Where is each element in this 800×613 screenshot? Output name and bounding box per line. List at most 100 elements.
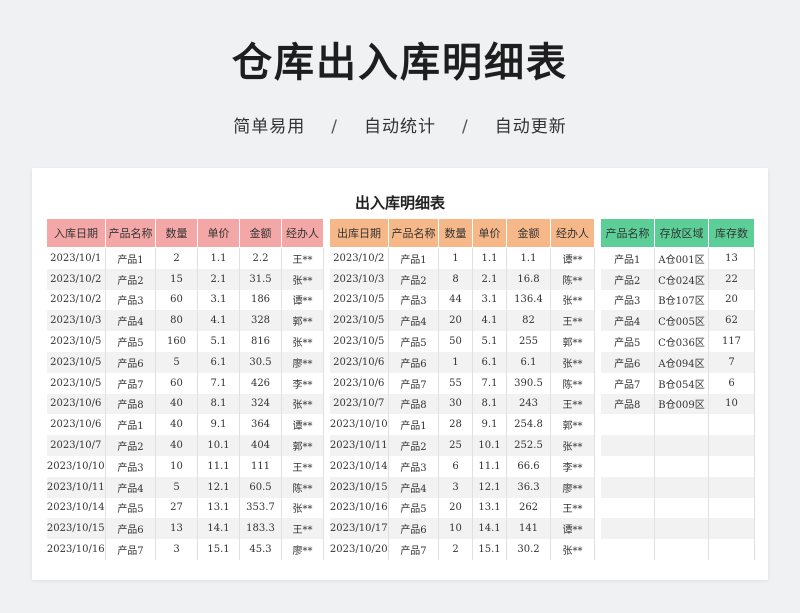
inbound-table-cell[interactable]: 产品4 bbox=[105, 310, 156, 332]
outbound-table-cell[interactable]: 1 bbox=[438, 351, 473, 373]
inbound-table-cell[interactable]: 产品2 bbox=[105, 268, 156, 290]
stock-table-cell[interactable]: 7 bbox=[708, 351, 755, 373]
outbound-table-cell[interactable]: 2023/10/17 bbox=[329, 518, 389, 540]
inbound-table-cell[interactable]: 6.1 bbox=[197, 351, 240, 373]
inbound-table-cell[interactable]: 80 bbox=[155, 310, 198, 332]
inbound-table-cell[interactable]: 353.7 bbox=[239, 497, 282, 519]
outbound-table-cell[interactable]: 张** bbox=[550, 435, 595, 456]
stock-table-cell[interactable]: 62 bbox=[708, 310, 755, 332]
stock-table-cell[interactable] bbox=[654, 435, 709, 456]
inbound-table-cell[interactable]: 328 bbox=[239, 310, 282, 332]
stock-table-cell[interactable] bbox=[708, 497, 755, 519]
inbound-table-cell[interactable]: 3.1 bbox=[197, 289, 240, 311]
outbound-table-cell[interactable]: 产品2 bbox=[388, 435, 439, 456]
outbound-table-cell[interactable]: 8.1 bbox=[472, 393, 507, 415]
outbound-table-cell[interactable]: 1.1 bbox=[472, 247, 507, 269]
inbound-table-cell[interactable]: 14.1 bbox=[197, 518, 240, 540]
outbound-table-cell[interactable]: 390.5 bbox=[506, 372, 551, 394]
outbound-table-cell[interactable]: 产品6 bbox=[388, 518, 439, 540]
stock-table-cell[interactable] bbox=[654, 455, 709, 477]
stock-table-cell[interactable]: B仓054区 bbox=[654, 372, 709, 394]
outbound-table-cell[interactable]: 产品5 bbox=[388, 497, 439, 519]
inbound-table-cell[interactable]: 廖** bbox=[281, 351, 324, 373]
outbound-table-cell[interactable]: 2023/10/5 bbox=[329, 310, 389, 332]
outbound-table-cell[interactable]: 产品7 bbox=[388, 539, 439, 560]
outbound-table-cell[interactable]: 廖** bbox=[550, 476, 595, 498]
stock-table-cell[interactable]: 20 bbox=[708, 289, 755, 311]
stock-table-cell[interactable]: 产品2 bbox=[600, 268, 655, 290]
outbound-table-cell[interactable]: 2023/10/14 bbox=[329, 455, 389, 477]
outbound-table-cell[interactable]: 55 bbox=[438, 372, 473, 394]
outbound-table-cell[interactable]: 14.1 bbox=[472, 518, 507, 540]
inbound-table-cell[interactable]: 产品1 bbox=[105, 247, 156, 269]
inbound-table-cell[interactable]: 2.2 bbox=[239, 247, 282, 269]
outbound-table-cell[interactable]: 3 bbox=[438, 476, 473, 498]
outbound-table-cell[interactable]: 产品5 bbox=[388, 331, 439, 352]
inbound-table-cell[interactable]: 李** bbox=[281, 372, 324, 394]
outbound-table-cell[interactable]: 66.6 bbox=[506, 455, 551, 477]
stock-table-cell[interactable]: 产品3 bbox=[600, 289, 655, 311]
stock-table-cell[interactable] bbox=[654, 539, 709, 560]
outbound-table-cell[interactable]: 1 bbox=[438, 247, 473, 269]
inbound-table-cell[interactable]: 产品5 bbox=[105, 331, 156, 352]
inbound-table-cell[interactable]: 2023/10/11 bbox=[46, 476, 106, 498]
inbound-table-cell[interactable]: 2023/10/1 bbox=[46, 247, 106, 269]
inbound-table-cell[interactable]: 8.1 bbox=[197, 393, 240, 415]
inbound-table-cell[interactable]: 张** bbox=[281, 268, 324, 290]
inbound-table-cell[interactable]: 2023/10/3 bbox=[46, 310, 106, 332]
outbound-table-cell[interactable]: 30 bbox=[438, 393, 473, 415]
outbound-table-cell[interactable]: 10 bbox=[438, 518, 473, 540]
stock-table-cell[interactable] bbox=[708, 435, 755, 456]
outbound-table-cell[interactable]: 15.1 bbox=[472, 539, 507, 560]
outbound-table-cell[interactable]: 张** bbox=[550, 351, 595, 373]
outbound-table-cell[interactable]: 50 bbox=[438, 331, 473, 352]
inbound-table-cell[interactable]: 2 bbox=[155, 247, 198, 269]
stock-table-cell[interactable]: 10 bbox=[708, 393, 755, 415]
stock-table-cell[interactable] bbox=[600, 497, 655, 519]
outbound-table-cell[interactable]: 141 bbox=[506, 518, 551, 540]
inbound-table-cell[interactable]: 王** bbox=[281, 518, 324, 540]
inbound-table-cell[interactable]: 廖** bbox=[281, 539, 324, 560]
stock-table-cell[interactable] bbox=[600, 455, 655, 477]
stock-table-cell[interactable] bbox=[654, 476, 709, 498]
inbound-table-cell[interactable]: 谭** bbox=[281, 414, 324, 436]
outbound-table-cell[interactable]: 36.3 bbox=[506, 476, 551, 498]
inbound-table-cell[interactable]: 364 bbox=[239, 414, 282, 436]
stock-table-cell[interactable]: 产品5 bbox=[600, 331, 655, 352]
outbound-table-cell[interactable]: 12.1 bbox=[472, 476, 507, 498]
outbound-table-cell[interactable]: 2023/10/15 bbox=[329, 476, 389, 498]
outbound-table-cell[interactable]: 6 bbox=[438, 455, 473, 477]
outbound-table-cell[interactable]: 136.4 bbox=[506, 289, 551, 311]
outbound-table-cell[interactable]: 7.1 bbox=[472, 372, 507, 394]
stock-table-cell[interactable]: 产品8 bbox=[600, 393, 655, 415]
inbound-table-cell[interactable]: 郭** bbox=[281, 435, 324, 456]
inbound-table-cell[interactable]: 王** bbox=[281, 247, 324, 269]
inbound-table-cell[interactable]: 陈** bbox=[281, 476, 324, 498]
stock-table-cell[interactable]: A仓001区 bbox=[654, 247, 709, 269]
stock-table-cell[interactable] bbox=[708, 455, 755, 477]
outbound-table-cell[interactable]: 2023/10/7 bbox=[329, 393, 389, 415]
stock-table-cell[interactable]: C仓024区 bbox=[654, 268, 709, 290]
stock-table-cell[interactable]: 产品4 bbox=[600, 310, 655, 332]
inbound-table-cell[interactable]: 13 bbox=[155, 518, 198, 540]
outbound-table-cell[interactable]: 王** bbox=[550, 393, 595, 415]
inbound-table-cell[interactable]: 11.1 bbox=[197, 455, 240, 477]
inbound-table-cell[interactable]: 10 bbox=[155, 455, 198, 477]
inbound-table-cell[interactable]: 产品2 bbox=[105, 435, 156, 456]
stock-table-cell[interactable]: A仓094区 bbox=[654, 351, 709, 373]
outbound-table-cell[interactable]: 10.1 bbox=[472, 435, 507, 456]
outbound-table-cell[interactable]: 20 bbox=[438, 497, 473, 519]
outbound-table-cell[interactable]: 82 bbox=[506, 310, 551, 332]
outbound-table-cell[interactable]: 1.1 bbox=[506, 247, 551, 269]
inbound-table-cell[interactable]: 9.1 bbox=[197, 414, 240, 436]
outbound-table-cell[interactable]: 产品4 bbox=[388, 476, 439, 498]
stock-table-cell[interactable]: 产品6 bbox=[600, 351, 655, 373]
outbound-table-cell[interactable]: 产品3 bbox=[388, 289, 439, 311]
inbound-table-cell[interactable]: 产品5 bbox=[105, 497, 156, 519]
outbound-table-cell[interactable]: 30.2 bbox=[506, 539, 551, 560]
inbound-table-cell[interactable]: 2023/10/16 bbox=[46, 539, 106, 560]
outbound-table-cell[interactable]: 9.1 bbox=[472, 414, 507, 436]
outbound-table-cell[interactable]: 王** bbox=[550, 497, 595, 519]
inbound-table-cell[interactable]: 产品3 bbox=[105, 289, 156, 311]
stock-table-cell[interactable] bbox=[600, 539, 655, 560]
